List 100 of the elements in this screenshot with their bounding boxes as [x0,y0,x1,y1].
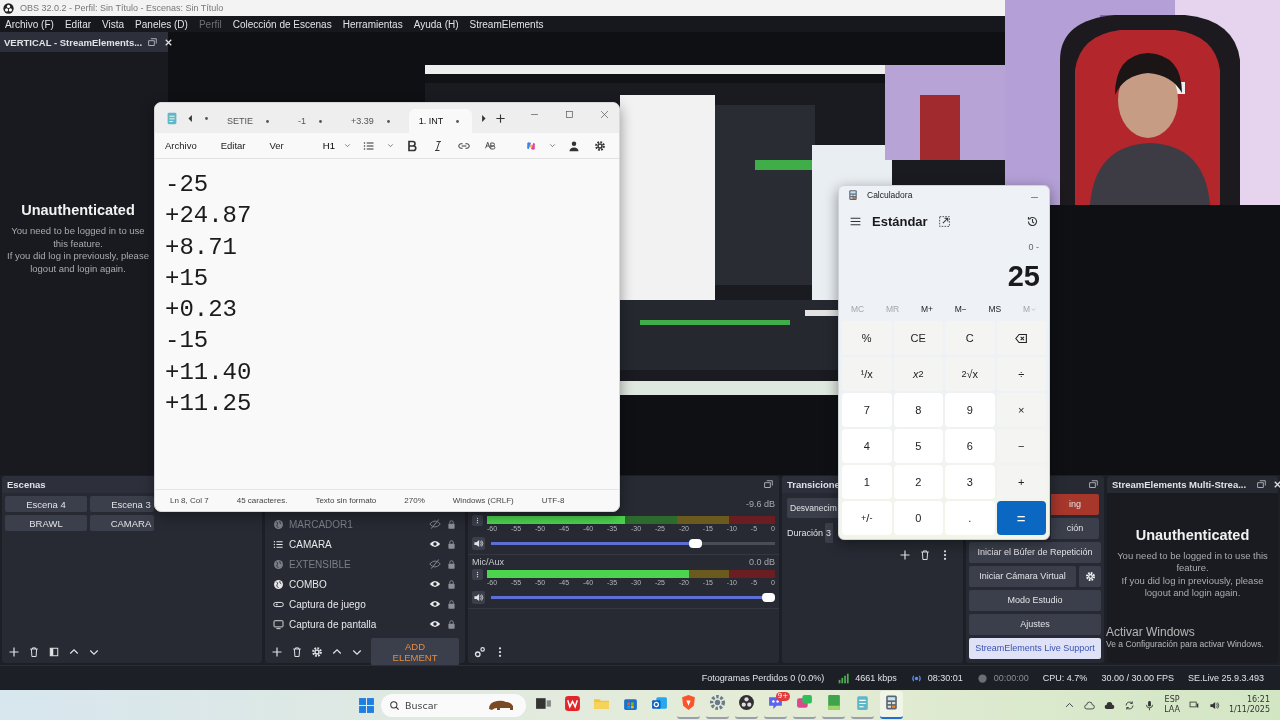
calculator-key[interactable]: 2 [893,465,943,499]
calculator-key[interactable]: 4 [842,429,892,463]
calculator-key[interactable]: . [945,501,995,535]
calculator-key[interactable]: 8 [893,393,943,427]
add-icon[interactable] [899,549,911,561]
caret-icon[interactable] [548,141,557,150]
scene-button[interactable]: BRAWL [5,515,87,531]
add-icon[interactable] [271,646,283,658]
close-icon[interactable] [1272,479,1280,490]
menu-item[interactable]: Vista [102,18,125,30]
account-icon[interactable] [568,139,580,152]
bold-icon[interactable] [405,139,418,152]
calculator-key[interactable]: − [996,429,1046,463]
calculator-key[interactable]: 5 [893,429,943,463]
speaker-icon[interactable] [472,536,485,550]
lock-icon[interactable] [446,518,457,530]
calculator-key[interactable]: 3 [945,465,995,499]
add-element-button[interactable]: ADD ELEMENT [371,638,459,666]
eye-icon[interactable] [429,578,441,590]
control-button[interactable]: Ajustes [969,613,1101,635]
float-icon[interactable] [1088,478,1099,490]
calculator-key[interactable]: ÷ [996,357,1046,391]
cloud-icon[interactable] [1084,699,1096,711]
volume-slider[interactable] [491,538,775,548]
menu-item[interactable]: Archivo (F) [5,18,54,30]
control-button[interactable]: Iniciar Cámara Virtual [969,565,1076,587]
calculator-key[interactable]: ¹/x [842,357,892,391]
volume-slider[interactable] [491,592,775,602]
control-button[interactable]: ción [1051,517,1099,539]
filter-icon[interactable] [48,646,60,658]
calculator-key[interactable]: + [996,465,1046,499]
history-icon[interactable] [1026,214,1039,228]
lock-icon[interactable] [446,578,457,590]
calculator-key[interactable]: 7 [842,393,892,427]
stream-button[interactable]: ing [1051,493,1099,515]
lock-icon[interactable] [446,618,457,630]
menu-item[interactable]: Archivo [165,140,197,151]
menu-item[interactable]: Editar [220,140,246,151]
memory-button[interactable]: M− [950,304,971,314]
eye-icon[interactable] [429,538,441,550]
float-icon[interactable] [763,479,774,490]
speaker-icon[interactable] [472,590,485,604]
tab[interactable]: SETIE [217,109,282,133]
menu-item[interactable]: Editar [64,18,92,30]
source-name[interactable]: CAMARA [289,538,424,550]
eye-icon[interactable] [429,618,441,630]
control-button[interactable]: Iniciar el Búfer de Repetición [969,541,1101,563]
eye-icon[interactable] [429,598,441,610]
source-name[interactable]: COMBO [289,578,424,590]
scene-button[interactable]: Escena 3 [90,496,154,512]
calculator-key[interactable]: CE [893,321,943,355]
eye-off-icon[interactable] [429,558,441,570]
equals-button[interactable]: = [996,501,1046,535]
calculator-key[interactable]: % [842,321,892,355]
duration-field[interactable]: 3 [825,523,834,543]
clock-date[interactable]: 1/11/2025 [1228,705,1270,715]
cloud-icon[interactable] [1104,699,1116,711]
float-icon[interactable] [1256,479,1268,490]
calculator-key[interactable] [996,321,1046,355]
lock-icon[interactable] [446,558,457,570]
support-button[interactable]: StreamElements Live Support [969,637,1101,659]
keep-on-top-icon[interactable] [937,214,951,228]
menu-dots-icon[interactable] [472,569,483,580]
menu-item[interactable]: Ver [269,140,284,151]
new-tab-icon[interactable] [495,112,507,124]
monitor-icon[interactable] [1188,699,1200,711]
menu-item[interactable]: StreamElements [469,18,544,30]
scene-button[interactable]: Escena 4 [5,496,87,512]
heading-button[interactable]: H1 [322,140,335,151]
transition-dropdown[interactable]: Desvanecim [787,498,838,518]
tab[interactable]: +3.39 [341,109,403,133]
keyboard-layout[interactable]: LAA [1164,705,1180,715]
add-icon[interactable] [8,646,20,658]
settings-button[interactable] [1079,565,1101,587]
tab[interactable]: -1 [288,109,336,133]
calculator-key[interactable]: 6 [945,429,995,463]
trash-icon[interactable] [291,646,303,658]
taskbar-app[interactable] [880,691,903,719]
maximize-icon[interactable] [564,109,575,120]
lock-icon[interactable] [446,538,457,550]
copilot-icon[interactable] [525,139,537,152]
calculator-key[interactable]: 1 [842,465,892,499]
sync-icon[interactable] [1124,699,1136,711]
caret-icon[interactable] [385,141,395,150]
clock-time[interactable]: 16:21 [1246,695,1270,705]
trash-icon[interactable] [919,549,931,561]
scene-button[interactable]: CAMARA [90,515,154,531]
calculator-key[interactable]: 9 [945,393,995,427]
menu-item[interactable]: Colección de Escenas [232,18,332,30]
menu-item[interactable]: Herramientas [342,18,403,30]
list-icon[interactable] [362,139,375,152]
search-field[interactable]: Buscar [381,693,526,717]
mixer-icon[interactable] [474,646,486,658]
trash-icon[interactable] [28,646,40,658]
menu-item[interactable]: Paneles (D) [135,18,188,30]
settings-icon[interactable] [594,139,606,152]
memory-button[interactable]: MS [984,304,1006,314]
speaker-icon[interactable] [1208,699,1220,711]
menu-dots-icon[interactable] [472,515,483,526]
spellcheck-icon[interactable] [483,139,496,152]
